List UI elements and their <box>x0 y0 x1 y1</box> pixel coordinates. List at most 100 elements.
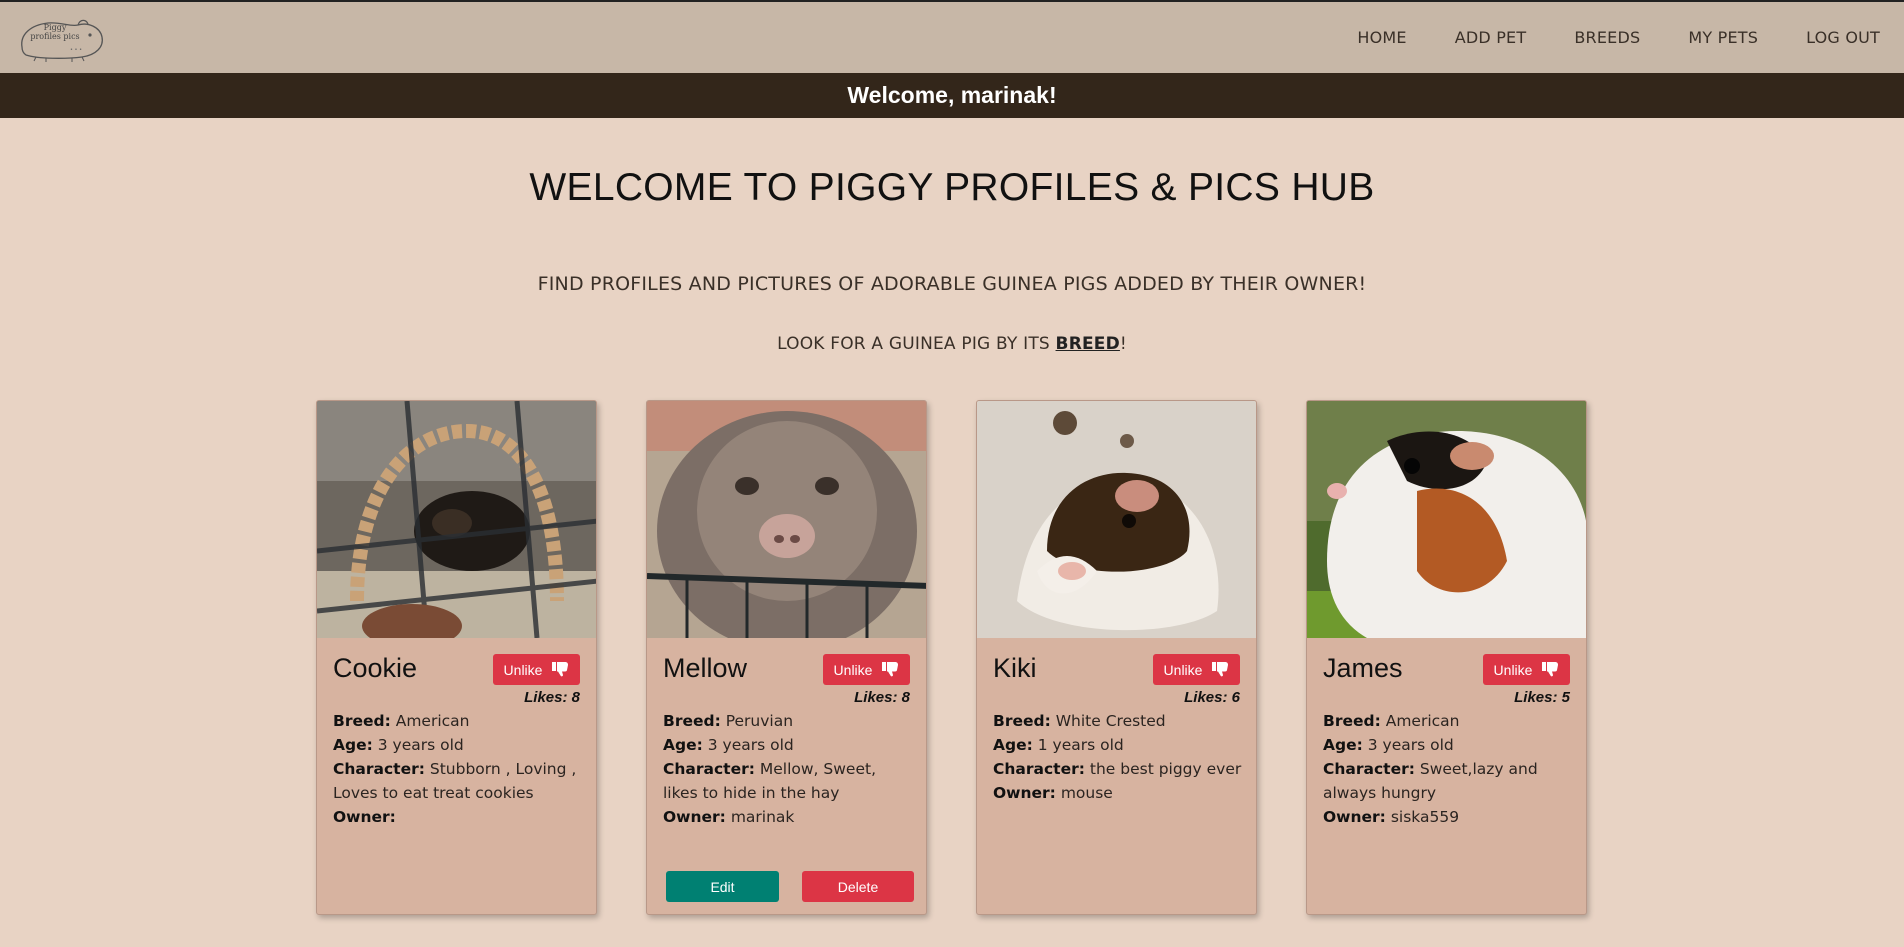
owner-label: Owner: <box>663 808 726 826</box>
character-label: Character: <box>993 760 1085 778</box>
likes-value: 8 <box>571 689 580 706</box>
pet-photo <box>647 401 926 638</box>
pet-info: Breed: American Age: 3 years old Charact… <box>1323 709 1575 829</box>
pet-info: Breed: American Age: 3 years old Charact… <box>333 709 585 829</box>
pet-name: Mellow <box>663 653 748 683</box>
nav-breeds[interactable]: BREEDS <box>1574 28 1640 47</box>
pet-character: Character: the best piggy ever <box>993 757 1245 781</box>
guinea-pig-photo <box>977 401 1256 638</box>
age-label: Age: <box>663 736 703 754</box>
pet-actions: Edit Delete <box>666 871 914 902</box>
welcome-banner: Welcome, marinak! <box>0 73 1904 118</box>
pet-name: Cookie <box>333 653 418 683</box>
character-value: the best piggy ever <box>1089 760 1242 778</box>
delete-button[interactable]: Delete <box>802 871 914 902</box>
breed-link[interactable]: BREED <box>1056 334 1120 354</box>
pet-photo <box>1307 401 1586 638</box>
pet-name: Kiki <box>993 653 1037 683</box>
page-title: WELCOME TO PIGGY PROFILES & PICS HUB <box>529 166 1375 209</box>
nav-log-out[interactable]: LOG OUT <box>1806 28 1880 47</box>
likes-value: 8 <box>901 689 910 706</box>
navbar: • • • Piggy profiles pics HOME ADD PET B… <box>0 2 1904 73</box>
pet-owner: Owner: mouse <box>993 781 1245 805</box>
thumbs-down-icon <box>552 662 569 677</box>
breed-label: Breed: <box>1323 712 1381 730</box>
nav-add-pet[interactable]: ADD PET <box>1455 28 1527 47</box>
owner-value: siska559 <box>1390 808 1460 826</box>
unlike-button[interactable]: Unlike <box>823 654 910 685</box>
unlike-button[interactable]: Unlike <box>493 654 580 685</box>
breed-search-line: LOOK FOR A GUINEA PIG BY ITS BREED! <box>0 334 1904 354</box>
age-value: 3 years old <box>707 736 794 754</box>
owner-label: Owner: <box>993 784 1056 802</box>
breed-label: Breed: <box>333 712 391 730</box>
pet-name: James <box>1323 653 1403 683</box>
thumbs-down-icon <box>1542 662 1559 677</box>
likes-count: Likes: 8 <box>854 689 910 706</box>
character-label: Character: <box>1323 760 1415 778</box>
pet-card: Cookie Unlike Likes: 8 Breed: American A… <box>316 400 597 915</box>
unlike-label: Unlike <box>503 661 543 678</box>
breed-line-prefix: LOOK FOR A GUINEA PIG BY ITS <box>777 334 1056 354</box>
character-label: Character: <box>333 760 425 778</box>
likes-count: Likes: 8 <box>524 689 580 706</box>
owner-label: Owner: <box>1323 808 1386 826</box>
likes-count: Likes: 6 <box>1184 689 1240 706</box>
unlike-button[interactable]: Unlike <box>1153 654 1240 685</box>
pet-character: Character: Mellow, Sweet, likes to hide … <box>663 757 915 805</box>
edit-button[interactable]: Edit <box>666 871 779 902</box>
page-subtitle: FIND PROFILES AND PICTURES OF ADORABLE G… <box>537 273 1367 295</box>
pet-age: Age: 3 years old <box>663 733 915 757</box>
nav-links: HOME ADD PET BREEDS MY PETS LOG OUT <box>1357 28 1880 47</box>
breed-label: Breed: <box>663 712 721 730</box>
pet-owner: Owner: siska559 <box>1323 805 1575 829</box>
owner-value: marinak <box>730 808 795 826</box>
age-label: Age: <box>1323 736 1363 754</box>
guinea-pig-photo <box>647 401 926 638</box>
breed-value: American <box>395 712 470 730</box>
thumbs-down-icon <box>882 662 899 677</box>
pet-breed: Breed: American <box>1323 709 1575 733</box>
breed-value: American <box>1385 712 1460 730</box>
likes-label: Likes: <box>1184 689 1228 706</box>
owner-label: Owner: <box>333 808 396 826</box>
pet-character: Character: Sweet,lazy and always hungry <box>1323 757 1575 805</box>
pet-card: Mellow Unlike Likes: 8 Breed: Peruvian A… <box>646 400 927 915</box>
age-label: Age: <box>333 736 373 754</box>
breed-value: Peruvian <box>725 712 794 730</box>
pet-character: Character: Stubborn , Loving , Loves to … <box>333 757 585 805</box>
pet-age: Age: 3 years old <box>333 733 585 757</box>
pet-cards: Cookie Unlike Likes: 8 Breed: American A… <box>316 400 1587 915</box>
age-value: 3 years old <box>377 736 464 754</box>
pet-age: Age: 1 years old <box>993 733 1245 757</box>
breed-line-suffix: ! <box>1119 334 1127 354</box>
likes-label: Likes: <box>524 689 568 706</box>
guinea-pig-photo <box>1307 401 1586 638</box>
pet-card: Kiki Unlike Likes: 6 Breed: White Creste… <box>976 400 1257 915</box>
owner-value: mouse <box>1060 784 1113 802</box>
pet-breed: Breed: American <box>333 709 585 733</box>
unlike-button[interactable]: Unlike <box>1483 654 1570 685</box>
age-value: 3 years old <box>1367 736 1454 754</box>
likes-value: 6 <box>1231 689 1240 706</box>
logo-text: Piggy profiles pics <box>30 22 80 41</box>
pet-info: Breed: White Crested Age: 1 years old Ch… <box>993 709 1245 805</box>
pet-owner: Owner: marinak <box>663 805 915 829</box>
likes-value: 5 <box>1561 689 1570 706</box>
nav-home[interactable]: HOME <box>1357 28 1406 47</box>
age-value: 1 years old <box>1037 736 1124 754</box>
pet-breed: Breed: White Crested <box>993 709 1245 733</box>
guinea-pig-photo <box>317 401 596 638</box>
likes-label: Likes: <box>854 689 898 706</box>
logo[interactable]: • • • Piggy profiles pics <box>16 13 108 63</box>
pet-breed: Breed: Peruvian <box>663 709 915 733</box>
likes-count: Likes: 5 <box>1514 689 1570 706</box>
character-label: Character: <box>663 760 755 778</box>
pet-photo <box>317 401 596 638</box>
age-label: Age: <box>993 736 1033 754</box>
nav-my-pets[interactable]: MY PETS <box>1688 28 1758 47</box>
breed-value: White Crested <box>1055 712 1166 730</box>
breed-label: Breed: <box>993 712 1051 730</box>
pet-photo <box>977 401 1256 638</box>
pet-age: Age: 3 years old <box>1323 733 1575 757</box>
